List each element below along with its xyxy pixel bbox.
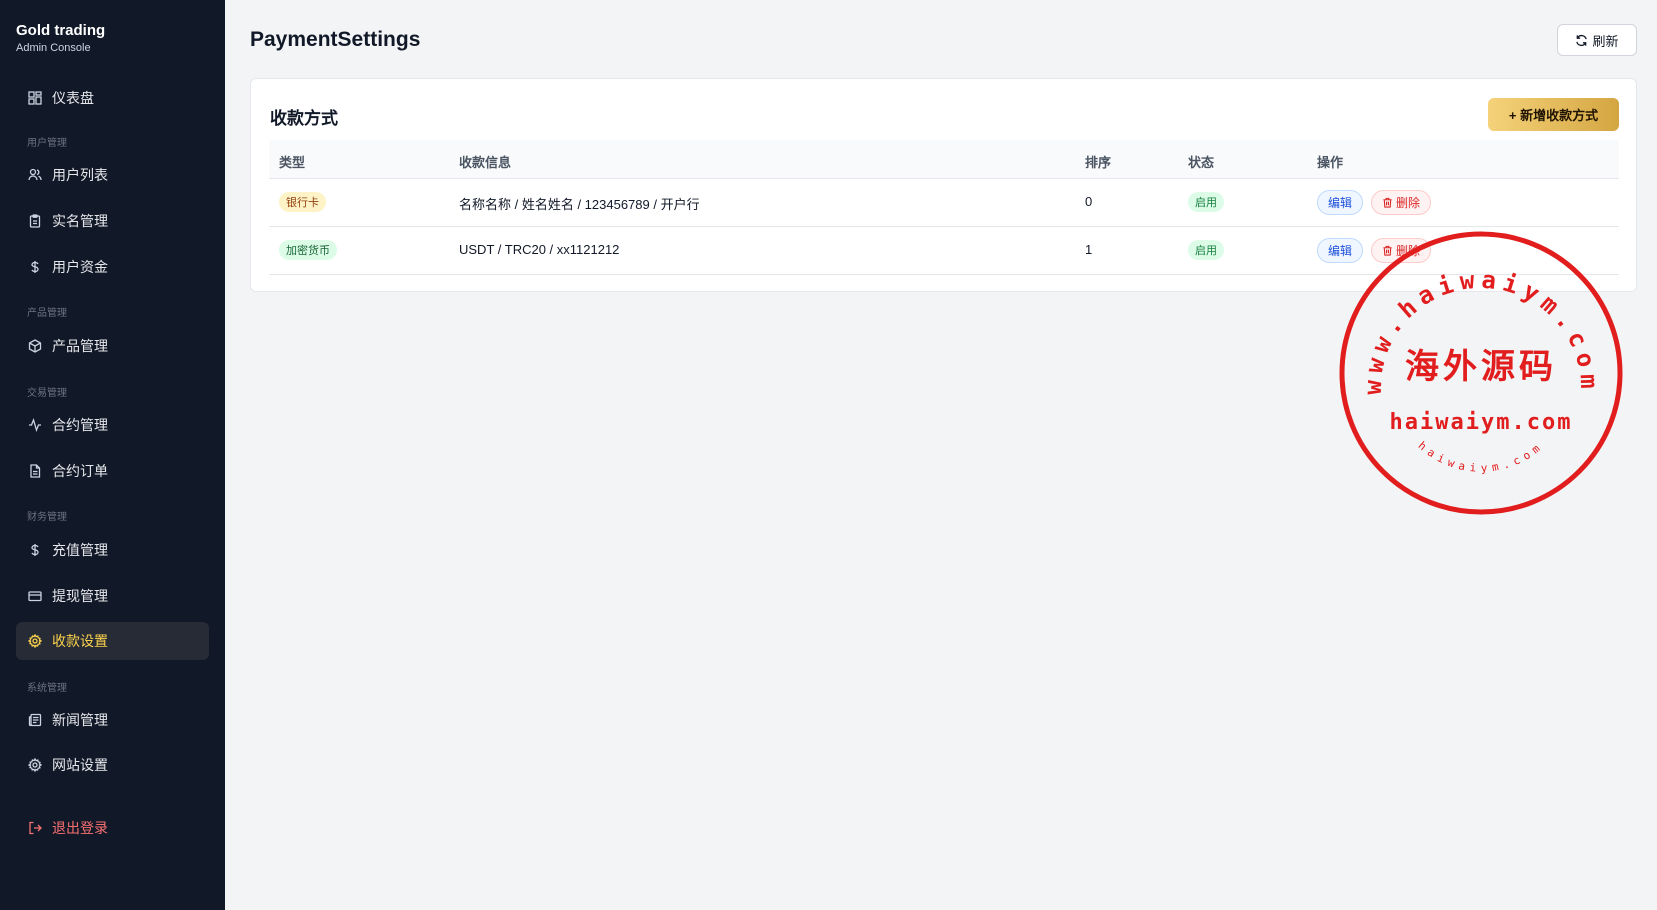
credit-card-icon	[27, 588, 43, 604]
status-badge: 启用	[1188, 240, 1224, 260]
refresh-label: 刷新	[1592, 33, 1619, 49]
type-badge: 加密货币	[279, 240, 337, 260]
column-header-actions: 操作	[1317, 155, 1344, 170]
nav-item-label: 收款设置	[52, 633, 108, 649]
nav-item-label: 新闻管理	[52, 712, 108, 728]
type-cell: 加密货币	[279, 240, 337, 262]
type-badge: 银行卡	[279, 192, 326, 212]
watermark-stamp: www.haiwaiym.com 海外源码 haiwaiym.com haiwa…	[1339, 231, 1623, 515]
nav-item-payment-settings[interactable]: 收款设置	[16, 622, 209, 660]
nav-item-user-list[interactable]: 用户列表	[16, 156, 209, 194]
row-actions: 编辑 删除	[1317, 190, 1432, 215]
section-label-system: 系统管理	[27, 683, 67, 694]
section-label-finance: 财务管理	[27, 512, 67, 523]
nav-item-label: 退出登录	[52, 820, 108, 836]
nav-item-withdrawals[interactable]: 提现管理	[16, 577, 209, 615]
sort-cell: 0	[1085, 194, 1093, 209]
nav-item-products[interactable]: 产品管理	[16, 327, 209, 365]
section-label-products: 产品管理	[27, 308, 67, 319]
nav-item-label: 提现管理	[52, 588, 108, 604]
column-header-status: 状态	[1188, 155, 1215, 170]
section-label-users: 用户管理	[27, 138, 67, 149]
nav-item-label: 充值管理	[52, 542, 108, 558]
dollar-icon	[27, 542, 43, 558]
nav-item-label: 合约管理	[52, 417, 108, 433]
nav-item-contracts[interactable]: 合约管理	[16, 406, 209, 444]
nav-item-site-settings[interactable]: 网站设置	[16, 746, 209, 784]
nav-item-contract-orders[interactable]: 合约订单	[16, 452, 209, 490]
stamp-domain-text: haiwaiym.com	[1390, 410, 1573, 435]
activity-icon	[27, 417, 43, 433]
section-label-trading: 交易管理	[27, 388, 67, 399]
nav-item-label: 实名管理	[52, 213, 108, 229]
info-cell: 名称名称 / 姓名姓名 / 123456789 / 开户行	[459, 197, 700, 212]
type-cell: 银行卡	[279, 192, 326, 214]
column-header-type: 类型	[279, 155, 306, 170]
brand: Gold trading Admin Console	[16, 22, 105, 54]
refresh-icon	[1575, 34, 1588, 47]
stamp-main-text: 海外源码	[1405, 347, 1557, 387]
add-payment-method-button[interactable]: + 新增收款方式	[1488, 98, 1619, 131]
info-cell: USDT / TRC20 / xx1121212	[459, 242, 620, 257]
newspaper-icon	[27, 712, 43, 728]
sort-cell: 1	[1085, 242, 1093, 257]
status-badge: 启用	[1188, 192, 1224, 212]
nav-item-label: 产品管理	[52, 338, 108, 354]
clipboard-icon	[27, 213, 43, 229]
box-icon	[27, 338, 43, 354]
refresh-button[interactable]: 刷新	[1557, 24, 1637, 56]
table-header: 类型 收款信息 排序 状态 操作	[269, 140, 1619, 179]
dashboard-icon	[27, 90, 43, 106]
nav-item-label: 用户列表	[52, 167, 108, 183]
nav-item-dashboard[interactable]: 仪表盘	[16, 79, 209, 117]
status-cell: 启用	[1188, 192, 1224, 214]
gear-icon	[27, 757, 43, 773]
nav-item-label: 合约订单	[52, 463, 108, 479]
delete-button[interactable]: 删除	[1371, 190, 1432, 215]
brand-title: Gold trading	[16, 22, 106, 39]
sidebar: Gold trading Admin Console 仪表盘 用户管理 用户列表…	[0, 0, 225, 910]
status-cell: 启用	[1188, 240, 1224, 262]
logout-button[interactable]: 退出登录	[16, 809, 209, 847]
nav-item-label: 用户资金	[52, 259, 108, 275]
logout-icon	[27, 820, 43, 836]
file-icon	[27, 463, 43, 479]
trash-icon	[1382, 197, 1393, 208]
nav-item-kyc[interactable]: 实名管理	[16, 202, 209, 240]
users-icon	[27, 167, 43, 183]
nav-item-label: 网站设置	[52, 757, 108, 773]
nav-item-label: 仪表盘	[52, 90, 94, 106]
table-row: 银行卡 名称名称 / 姓名姓名 / 123456789 / 开户行 0 启用 编…	[269, 179, 1619, 227]
dollar-icon	[27, 259, 43, 275]
nav-item-deposits[interactable]: 充值管理	[16, 531, 209, 569]
edit-button[interactable]: 编辑	[1317, 190, 1364, 215]
card-title: 收款方式	[270, 109, 338, 128]
stamp-bottom-arc-text: haiwaiym.com	[1416, 439, 1547, 475]
column-header-sort: 排序	[1085, 155, 1112, 170]
nav-item-news[interactable]: 新闻管理	[16, 701, 209, 739]
page-title: PaymentSettings	[250, 28, 421, 51]
brand-subtitle: Admin Console	[16, 42, 91, 54]
nav-item-user-funds[interactable]: 用户资金	[16, 248, 209, 286]
column-header-info: 收款信息	[459, 155, 512, 170]
delete-label: 删除	[1396, 196, 1421, 210]
gear-icon	[27, 633, 43, 649]
